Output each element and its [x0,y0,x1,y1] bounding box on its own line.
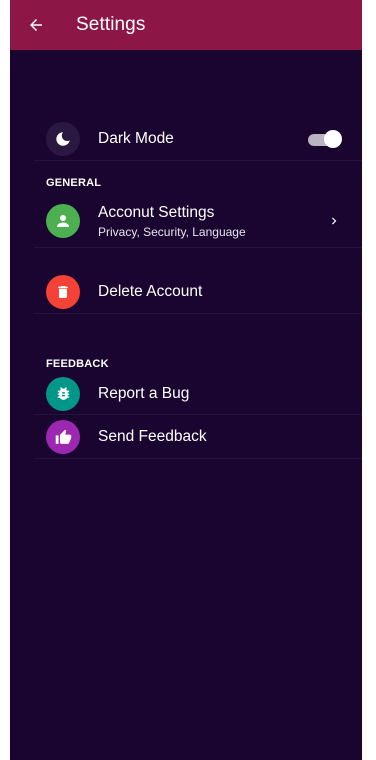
account-settings-subtitle: Privacy, Security, Language [98,224,246,239]
dark-mode-label: Dark Mode [98,129,174,147]
send-feedback-icon-circle [46,420,80,454]
report-bug-icon-circle [46,376,80,411]
dark-mode-row[interactable]: Dark Mode [34,116,362,161]
send-feedback-row[interactable]: Send Feedback [34,415,362,459]
arrow-left-icon [30,19,42,31]
chevron-right-icon [326,213,342,229]
trash-icon [58,286,68,298]
send-feedback-title: Send Feedback [98,428,207,445]
bug-icon [57,387,69,400]
account-settings-title: Acconut Settings [98,203,215,221]
account-settings-icon-circle [46,204,80,238]
delete-account-icon-circle [46,275,80,309]
settings-screen: Settings Dark Mode GENERAL Acconut Setti… [10,0,362,760]
page-title: Settings [76,14,146,35]
back-button[interactable] [10,0,60,50]
dark-mode-toggle[interactable] [308,129,342,148]
report-bug-row[interactable]: Report a Bug [34,372,362,415]
account-settings-row[interactable]: Acconut Settings Privacy, Security, Lang… [34,194,362,248]
divider [34,247,362,248]
divider [34,313,362,314]
thumbs-up-icon [55,429,71,444]
delete-account-row[interactable]: Delete Account [34,270,362,314]
section-header-general: GENERAL [46,177,102,189]
divider [34,458,362,459]
section-header-feedback: FEEDBACK [46,358,109,370]
person-icon [57,215,69,227]
moon-icon [56,131,70,146]
dark-mode-icon-circle [46,121,80,156]
divider [34,160,362,161]
delete-account-title: Delete Account [98,283,203,300]
app-bar: Settings [10,0,362,50]
report-bug-title: Report a Bug [98,384,190,402]
